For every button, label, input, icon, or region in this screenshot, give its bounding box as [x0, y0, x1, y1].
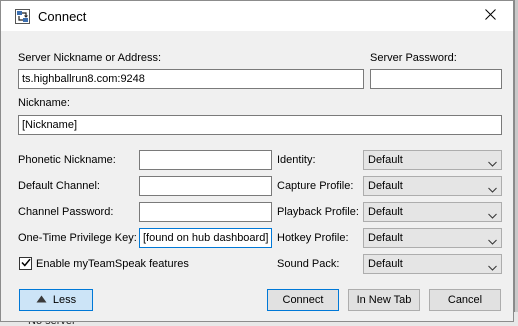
hotkey-profile-value: Default [368, 232, 403, 244]
identity-value: Default [368, 154, 403, 166]
background-window-edge [514, 0, 518, 326]
capture-profile-select[interactable]: Default [363, 176, 502, 196]
hotkey-profile-label: Hotkey Profile: [277, 232, 349, 244]
hotkey-profile-select[interactable]: Default [363, 228, 502, 248]
connect-new-tab-button[interactable]: In New Tab [348, 289, 420, 311]
privilege-key-label: One-Time Privilege Key: [18, 232, 137, 244]
chevron-down-icon [488, 182, 497, 193]
nickname-input[interactable]: [Nickname] [18, 115, 502, 135]
sound-pack-value: Default [368, 258, 403, 270]
chevron-down-icon [488, 156, 497, 167]
window-title: Connect [38, 9, 87, 24]
identity-label: Identity: [277, 154, 316, 166]
default-channel-input[interactable] [139, 176, 272, 196]
default-channel-label: Default Channel: [18, 180, 100, 192]
close-button[interactable] [467, 1, 513, 31]
less-button-label: Less [52, 294, 77, 306]
checkmark-icon [20, 258, 31, 270]
server-password-label: Server Password: [370, 52, 457, 64]
cancel-button[interactable]: Cancel [429, 289, 501, 311]
phonetic-nickname-label: Phonetic Nickname: [18, 154, 116, 166]
playback-profile-value: Default [368, 206, 403, 218]
connect-dialog: Connect Server Nickname or Address: Serv… [0, 0, 514, 322]
nickname-label: Nickname: [18, 97, 70, 109]
teamspeak-connect-icon [15, 9, 30, 24]
title-bar: Connect [1, 1, 513, 31]
server-address-label: Server Nickname or Address: [18, 52, 162, 64]
dialog-content: Server Nickname or Address: Server Passw… [1, 31, 513, 321]
myteamspeak-label: Enable myTeamSpeak features [36, 258, 189, 270]
chevron-down-icon [488, 260, 497, 271]
sound-pack-select[interactable]: Default [363, 254, 502, 274]
chevron-down-icon [488, 208, 497, 219]
playback-profile-label: Playback Profile: [277, 206, 359, 218]
connect-button[interactable]: Connect [267, 289, 339, 311]
server-password-input[interactable] [370, 69, 502, 89]
phonetic-nickname-input[interactable] [139, 150, 272, 170]
sound-pack-label: Sound Pack: [277, 258, 340, 270]
identity-select[interactable]: Default [363, 150, 502, 170]
playback-profile-select[interactable]: Default [363, 202, 502, 222]
privilege-key-input[interactable]: [found on hub dashboard] [139, 228, 272, 248]
capture-profile-value: Default [368, 180, 403, 192]
server-address-input[interactable]: ts.highballrun8.com:9248 [18, 69, 364, 89]
close-icon [484, 9, 496, 23]
chevron-down-icon [488, 234, 497, 245]
less-button[interactable]: Less [19, 289, 93, 311]
myteamspeak-checkbox[interactable] [19, 257, 32, 270]
channel-password-input[interactable] [139, 202, 272, 222]
triangle-up-icon [36, 290, 47, 310]
capture-profile-label: Capture Profile: [277, 180, 354, 192]
channel-password-label: Channel Password: [18, 206, 114, 218]
